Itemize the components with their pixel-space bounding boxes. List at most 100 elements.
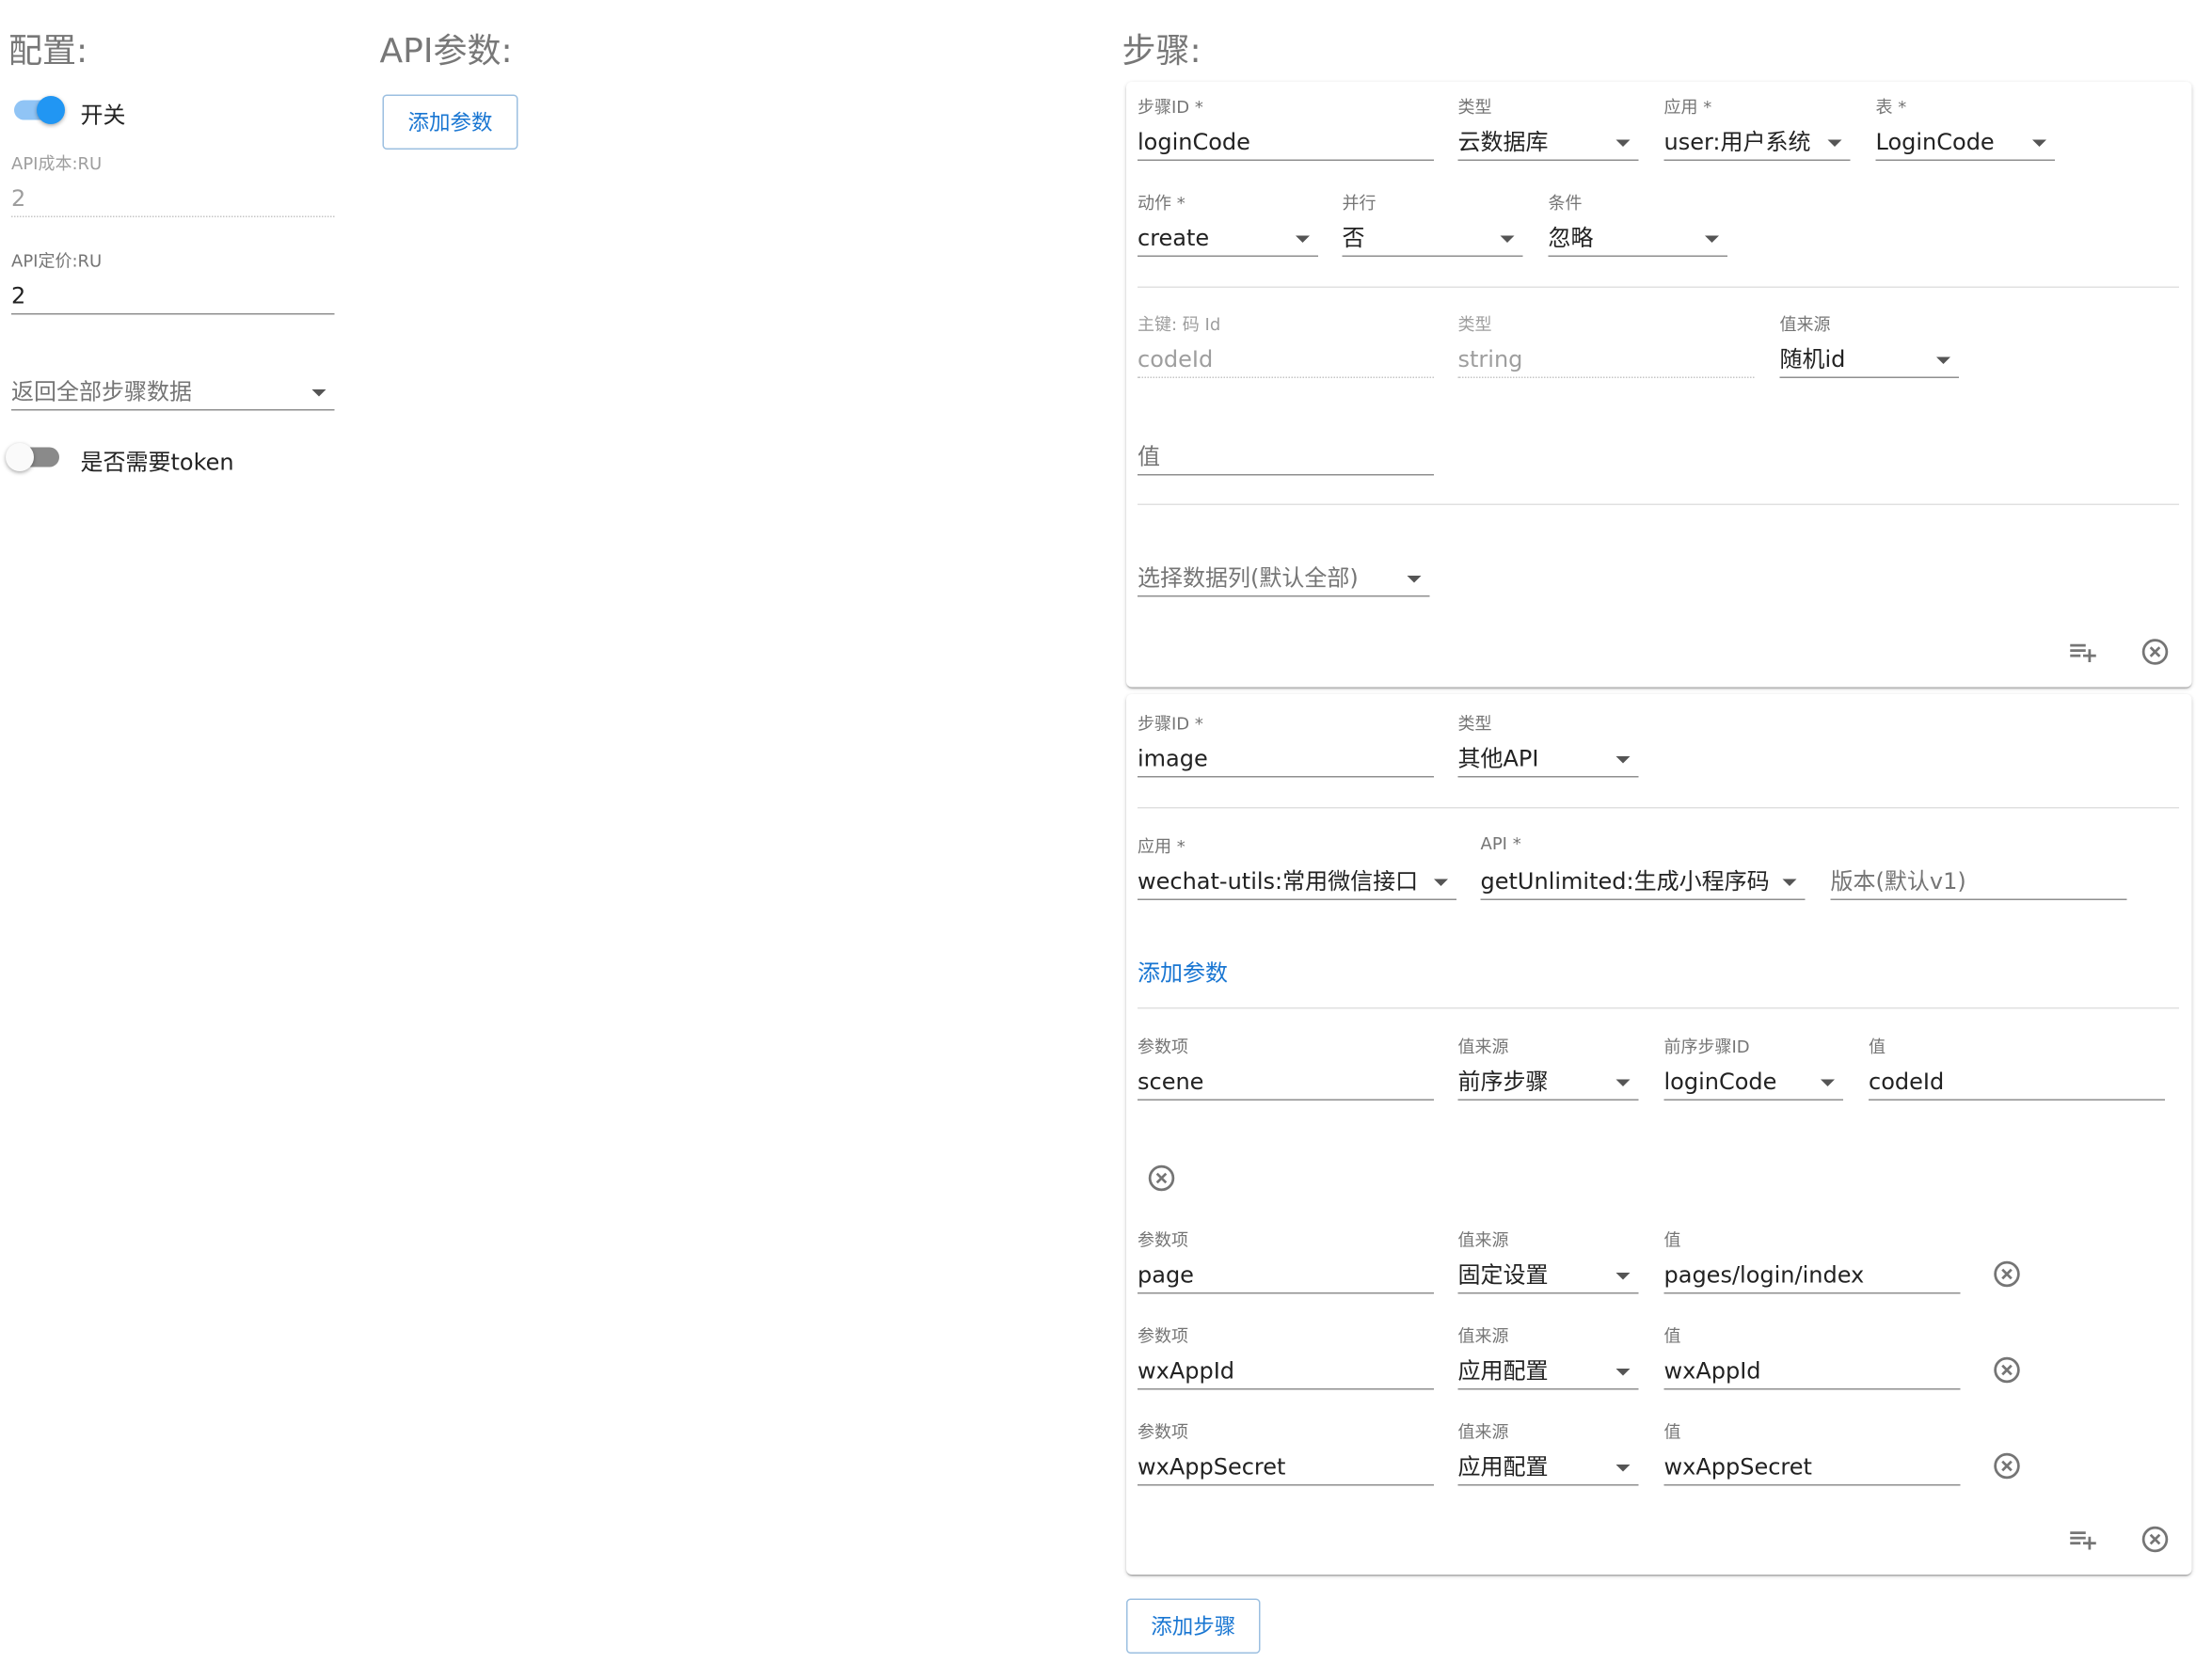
caret-down-icon (1407, 576, 1422, 583)
value-label: 值 (1663, 1326, 1681, 1346)
value-field[interactable]: wxAppId (1663, 1356, 1961, 1390)
condition-select[interactable]: 忽略 (1548, 223, 1727, 257)
caret-down-icon (1615, 1079, 1631, 1086)
prev-step-label: 前序步骤ID (1663, 1037, 1750, 1057)
action-select[interactable]: create (1138, 223, 1318, 257)
app-select[interactable]: user:用户系统 (1663, 127, 1851, 161)
param-field[interactable]: wxAppSecret (1138, 1452, 1434, 1486)
divider (1138, 1007, 2179, 1009)
add-param-link[interactable]: 添加参数 (1138, 954, 1228, 988)
value-source-label: 值来源 (1457, 1230, 1509, 1250)
circle-x-icon[interactable] (2140, 1524, 2171, 1555)
table-select[interactable]: LoginCode (1875, 127, 2055, 161)
value-source-value: 固定设置 (1457, 1261, 1549, 1289)
switch-thumb (6, 443, 34, 471)
circle-x-icon[interactable] (1146, 1163, 1177, 1194)
caret-down-icon (1615, 1273, 1631, 1280)
value-source-label: 值来源 (1457, 1422, 1509, 1442)
value-label: 值 (1663, 1422, 1681, 1442)
caret-down-icon (1615, 1465, 1631, 1472)
api-cost-field: 2 (11, 183, 335, 217)
api-value: getUnlimited:生成小程序码 (1480, 867, 1770, 895)
caret-down-icon (1782, 879, 1797, 886)
app-label: 应用 * (1138, 836, 1186, 857)
api-price-label: API定价:RU (11, 251, 103, 271)
param-label: 参数项 (1138, 1230, 1189, 1250)
add-step-button[interactable]: 添加步骤 (1126, 1598, 1261, 1654)
add-param-button[interactable]: 添加参数 (382, 94, 518, 150)
circle-x-icon[interactable] (2140, 637, 2171, 668)
pk-type-label: 类型 (1457, 314, 1492, 335)
api-label: API * (1480, 833, 1521, 854)
step-id-label: 步骤ID * (1138, 97, 1203, 118)
app-select[interactable]: wechat-utils:常用微信接口 (1138, 866, 1456, 900)
value-source-select[interactable]: 应用配置 (1457, 1452, 1639, 1486)
caret-down-icon (1705, 235, 1719, 243)
parallel-label: 并行 (1342, 193, 1377, 214)
value-source-select[interactable]: 应用配置 (1457, 1356, 1639, 1390)
circle-x-icon[interactable] (1992, 1354, 2023, 1386)
caret-down-icon (1827, 139, 1842, 147)
value-source-label: 值来源 (1779, 314, 1831, 335)
step-card-image (1126, 694, 2192, 1575)
caret-down-icon (1615, 139, 1631, 147)
value-source-value: 应用配置 (1457, 1357, 1549, 1385)
value-source-value: 随机id (1779, 345, 1846, 373)
value-label: 值 (1869, 1037, 1886, 1057)
playlist-add-icon[interactable] (2068, 637, 2099, 668)
divider (1138, 503, 2179, 505)
condition-value: 忽略 (1548, 224, 1594, 252)
value-field[interactable]: codeId (1869, 1067, 2165, 1101)
api-params-title: API参数: (379, 31, 513, 71)
return-data-select[interactable]: 返回全部步骤数据 (11, 377, 335, 411)
columns-select-value: 选择数据列(默认全部) (1138, 564, 1359, 592)
api-select[interactable]: getUnlimited:生成小程序码 (1480, 866, 1806, 900)
circle-x-icon[interactable] (1992, 1259, 2023, 1290)
token-switch-label: 是否需要token (80, 449, 234, 476)
step-id-field[interactable]: loginCode (1138, 127, 1434, 161)
api-cost-label: API成本:RU (11, 153, 103, 174)
param-field[interactable]: wxAppId (1138, 1356, 1434, 1390)
value-source-select[interactable]: 随机id (1779, 344, 1959, 378)
playlist-add-icon[interactable] (2068, 1524, 2099, 1555)
token-switch[interactable] (6, 442, 65, 473)
api-price-field[interactable]: 2 (11, 281, 335, 315)
value-source-value: 前序步骤 (1457, 1068, 1549, 1096)
value-source-select[interactable]: 前序步骤 (1457, 1067, 1639, 1101)
table-value: LoginCode (1875, 128, 1995, 156)
parallel-value: 否 (1342, 224, 1365, 252)
param-field[interactable]: page (1138, 1260, 1434, 1294)
caret-down-icon (1296, 235, 1310, 243)
value-field[interactable]: pages/login/index (1663, 1260, 1961, 1294)
enable-switch[interactable] (8, 95, 68, 126)
parallel-select[interactable]: 否 (1342, 223, 1523, 257)
step-type-select[interactable]: 云数据库 (1457, 127, 1639, 161)
action-label: 动作 * (1138, 193, 1186, 214)
primary-key-field: codeId (1138, 344, 1434, 378)
action-value: create (1138, 224, 1210, 252)
value-field[interactable]: 值 (1138, 442, 1434, 476)
param-field[interactable]: scene (1138, 1067, 1434, 1101)
version-field[interactable]: 版本(默认v1) (1830, 866, 2127, 900)
circle-x-icon[interactable] (1992, 1450, 2023, 1481)
step-id-field[interactable]: image (1138, 744, 1434, 778)
value-source-label: 值来源 (1457, 1326, 1509, 1346)
value-source-select[interactable]: 固定设置 (1457, 1260, 1639, 1294)
app-value: wechat-utils:常用微信接口 (1138, 867, 1419, 895)
prev-step-select[interactable]: loginCode (1663, 1067, 1843, 1101)
app-value: user:用户系统 (1663, 128, 1811, 156)
caret-down-icon (1615, 1369, 1631, 1376)
step-type-value: 其他API (1457, 745, 1539, 772)
columns-select[interactable]: 选择数据列(默认全部) (1138, 563, 1430, 597)
step-type-select[interactable]: 其他API (1457, 744, 1639, 778)
caret-down-icon (311, 389, 326, 397)
config-title: 配置: (8, 31, 88, 71)
param-label: 参数项 (1138, 1326, 1189, 1346)
value-source-label: 值来源 (1457, 1037, 1509, 1057)
value-source-value: 应用配置 (1457, 1453, 1549, 1481)
condition-label: 条件 (1548, 193, 1583, 214)
value-field[interactable]: wxAppSecret (1663, 1452, 1961, 1486)
prev-step-value: loginCode (1663, 1068, 1777, 1096)
switch-thumb (37, 96, 65, 124)
divider (1138, 286, 2179, 288)
